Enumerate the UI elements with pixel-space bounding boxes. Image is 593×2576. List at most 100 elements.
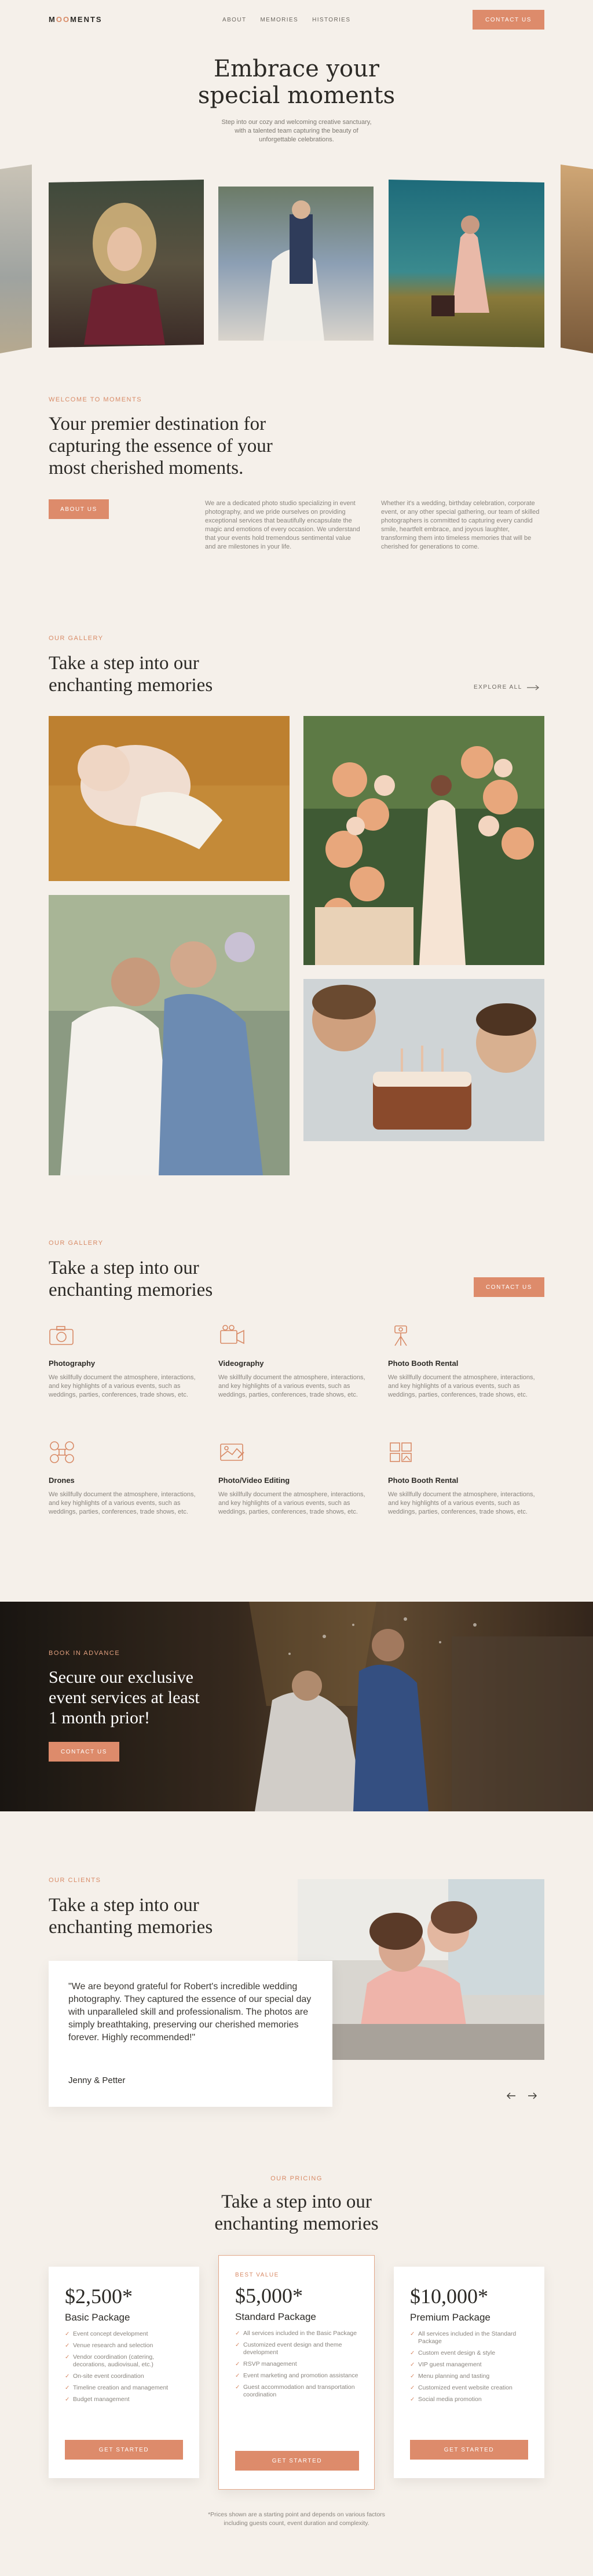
service-card-photography: Photography We skillfully document the a… [49,1324,205,1400]
service-card-editing: Photo/Video Editing We skillfully docume… [218,1441,375,1517]
welcome-heading-line3: most cherished moments. [49,458,244,478]
service-text: We skillfully document the atmosphere, i… [49,1491,196,1515]
gallery-heading-line2: enchanting memories [49,675,213,696]
gallery-photo-birthday-cake[interactable] [303,979,544,1141]
logo-rest: MENTS [70,15,103,24]
pricing-footnote: *Prices shown are a starting point and d… [0,2511,593,2528]
testimonial-eyebrow: OUR CLIENTS [49,1877,101,1884]
plan-feature: VIP guest management [410,2361,532,2369]
gallery-photo-wedding-kiss[interactable] [49,895,290,1175]
nav-link-memories[interactable]: MEMORIES [260,17,298,23]
plan-feature: Menu planning and tasting [410,2373,532,2380]
plan-feature-list: All services included in the Basic Packa… [235,2330,359,2403]
testimonial-heading-line1: Take a step into our [49,1895,199,1916]
plan-name: Standard Package [235,2311,316,2322]
plan-feature: Custom event design & style [410,2350,532,2357]
main-nav: ABOUT MEMORIES HISTORIES [222,17,350,23]
plan-feature: All services included in the Standard Pa… [410,2330,532,2345]
service-text: We skillfully document the atmosphere, i… [49,1374,196,1398]
hero-photo-right [561,165,593,353]
plan-feature: Event marketing and promotion assistance [235,2372,359,2380]
services-heading-line1: Take a step into our [49,1258,199,1278]
service-text: We skillfully document the atmosphere, i… [218,1374,365,1398]
plan-feature: Vendor coordination (catering, decoratio… [65,2354,186,2369]
plan-price: $2,500* [65,2285,133,2308]
gallery-heading-line1: Take a step into our [49,653,199,674]
drone-icon [50,1441,74,1463]
service-title: Photography [49,1359,96,1368]
welcome-text-col1: We are a dedicated photo studio speciali… [205,500,360,550]
plan-name: Premium Package [410,2312,490,2323]
plan-feature: Venue research and selection [65,2342,186,2350]
plan-feature: Customized event design and theme develo… [235,2341,359,2356]
brand-logo[interactable]: MOOMENTS [49,15,103,24]
plan-feature: Timeline creation and management [65,2384,186,2392]
testimonial-photo-mother-child [298,1879,544,2060]
arrow-right-icon [526,685,539,690]
pricing-heading-line1: Take a step into our [221,2191,372,2212]
testimonial-heading-line2: enchanting memories [49,1917,213,1938]
hero-title: Embrace your special moments [0,56,593,109]
services-heading-line2: enchanting memories [49,1280,213,1300]
pricing-card-standard: BEST VALUE $5,000* Standard Package All … [218,2255,375,2490]
plan-feature: Social media promotion [410,2396,532,2403]
explore-all-link[interactable]: EXPLORE ALL [474,684,540,690]
service-title: Drones [49,1476,75,1485]
hero-title-line1: Embrace your [213,56,380,82]
service-text: We skillfully document the atmosphere, i… [218,1491,365,1515]
service-card-drones: Drones We skillfully document the atmosp… [49,1441,205,1517]
logo-oo: OO [56,15,71,24]
service-title: Videography [218,1359,264,1368]
pricing-footnote-line1: *Prices shown are a starting point and d… [208,2511,385,2518]
testimonial-pager [506,2092,537,2099]
pricing-footnote-line2: including guests count, event duration a… [224,2520,369,2527]
hero-photo-beach [0,165,32,353]
camera-icon [49,1326,74,1345]
booking-contact-button[interactable]: CONTACT US [49,1742,119,1762]
booking-heading: Secure our exclusive event services at l… [49,1667,200,1728]
booking-heading-line1: Secure our exclusive [49,1668,193,1687]
plan-price: $10,000* [410,2285,488,2308]
services-contact-button[interactable]: CONTACT US [474,1277,544,1297]
pricing-heading: Take a step into our enchanting memories [0,2191,593,2235]
hero-subtitle-line3: unforgettable celebrations. [259,136,334,143]
pricing-card-basic: $2,500* Basic Package Event concept deve… [49,2267,199,2478]
service-card-photo-booth: Photo Booth Rental We skillfully documen… [388,1324,544,1400]
welcome-heading-line1: Your premier destination for [49,414,266,434]
booking-eyebrow: BOOK IN ADVANCE [49,1650,120,1657]
service-card-videography: Videography We skillfully document the a… [218,1324,375,1400]
nav-link-histories[interactable]: HISTORIES [312,17,350,23]
services-eyebrow: OUR GALLERY [49,1240,104,1247]
plan-feature: Guest accommodation and transportation c… [235,2384,359,2399]
gallery-photo-baby[interactable] [49,716,290,881]
plan-price: $5,000* [235,2284,303,2307]
testimonial-author: Jenny & Petter [68,2076,126,2085]
pricing-eyebrow: OUR PRICING [270,2175,323,2182]
testimonial-card: "We are beyond grateful for Robert's inc… [49,1961,332,2107]
plan-name: Basic Package [65,2312,130,2323]
service-title: Photo Booth Rental [388,1359,459,1368]
nav-link-about[interactable]: ABOUT [222,17,246,23]
about-us-button[interactable]: ABOUT US [49,499,109,519]
testimonial-heading: Take a step into our enchanting memories [49,1894,213,1938]
testimonial-quote: "We are beyond grateful for Robert's inc… [68,1982,312,2042]
welcome-heading: Your premier destination for capturing t… [49,413,373,479]
booking-heading-line3: 1 month prior! [49,1708,150,1727]
video-camera-icon [220,1325,244,1344]
hero-title-line2: special moments [197,82,396,109]
arrow-right-icon[interactable] [528,2092,537,2099]
plan-feature: RSVP management [235,2361,359,2368]
gallery-photo-balloons[interactable] [303,716,544,965]
plan-feature: Event concept development [65,2330,186,2338]
plan-feature-list: All services included in the Standard Pa… [410,2330,532,2407]
arrow-left-icon[interactable] [506,2092,515,2099]
booking-heading-line2: event services at least [49,1688,200,1707]
best-value-badge: BEST VALUE [235,2272,279,2278]
get-started-button[interactable]: GET STARTED [235,2451,359,2471]
nav-contact-button[interactable]: CONTACT US [473,10,544,30]
service-text: We skillfully document the atmosphere, i… [388,1491,535,1515]
hero-subtitle-line1: Step into our cozy and welcoming creativ… [221,119,372,126]
plan-feature: All services included in the Basic Packa… [235,2330,359,2337]
get-started-button[interactable]: GET STARTED [65,2440,183,2460]
get-started-button[interactable]: GET STARTED [410,2440,528,2460]
